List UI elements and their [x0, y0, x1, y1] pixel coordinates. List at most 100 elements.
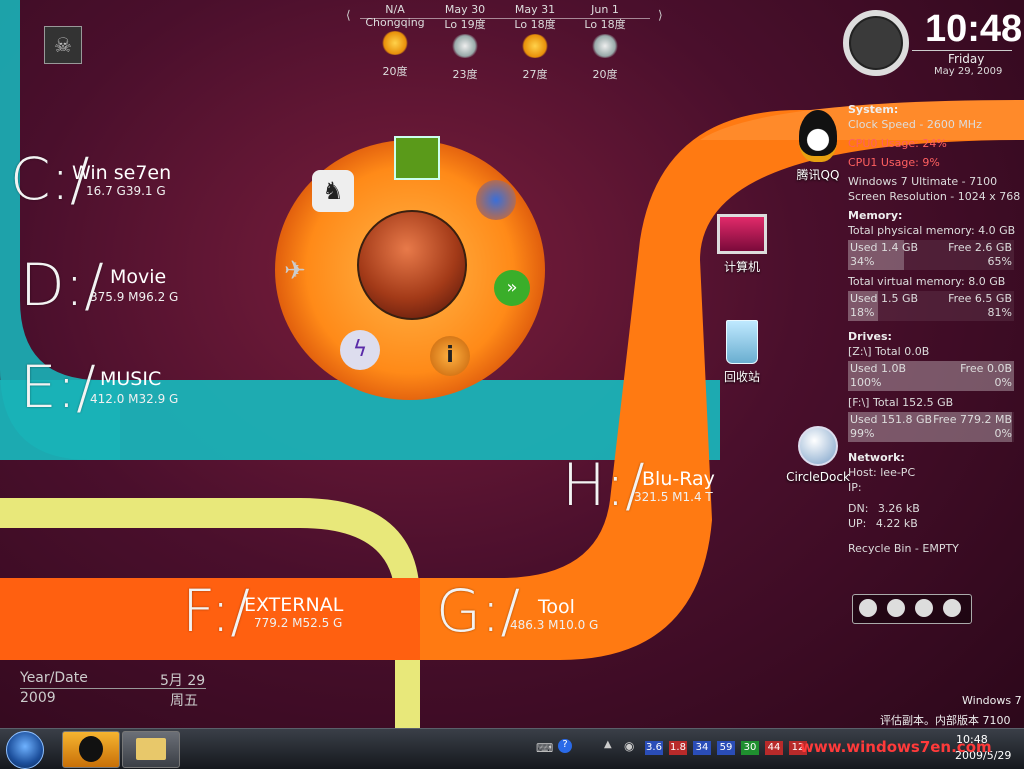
weather-prev-arrow[interactable]: ⟨: [346, 8, 351, 22]
desktop-icon-label: 回收站: [723, 370, 760, 384]
drive-f[interactable]: F:/ EXTERNAL 779.2 M52.5 G: [182, 582, 343, 640]
memory-header: Memory:: [848, 209, 903, 222]
z-drive-total: [Z:\] Total 0.0B: [848, 345, 930, 358]
physical-memory-bar: Used 1.4 GB Free 2.6 GB 34% 65%: [848, 240, 1014, 270]
upload-rate: UP: 4.22 kB: [848, 517, 918, 530]
weather-desc: Lo 18度: [584, 18, 626, 31]
control-button-1[interactable]: [859, 599, 877, 617]
weather-desc: Lo 18度: [514, 18, 556, 31]
recycle-status: Recycle Bin - EMPTY: [848, 542, 959, 555]
weather-desc: Chongqing: [365, 16, 425, 29]
keyboard-icon[interactable]: ⌨: [536, 741, 553, 755]
screen-resolution: Screen Resolution - 1024 x 768: [848, 190, 1021, 203]
control-button-2[interactable]: [887, 599, 905, 617]
watermark-site: www.windows7en.com: [800, 738, 992, 756]
sun-icon: [521, 34, 549, 58]
computer-icon: [717, 214, 767, 254]
sun-icon: [381, 31, 409, 55]
control-button-3[interactable]: [915, 599, 933, 617]
weather-day: N/A Chongqing 20度: [360, 3, 430, 79]
desktop-icon-label: 计算机: [723, 260, 760, 274]
cpu0-usage: CPU0 Usage: 24%: [848, 137, 947, 150]
virtual-total: Total virtual memory: 8.0 GB: [848, 275, 1006, 288]
desktop-icon-label: CircleDock: [786, 470, 850, 484]
bird-icon[interactable]: ✈: [284, 256, 330, 290]
weekday: 周五: [170, 693, 198, 709]
weather-temp: 27度: [522, 68, 548, 81]
clock-day: Friday: [948, 52, 985, 66]
month-day: 5月 29: [160, 673, 206, 689]
taskbar-qq-button[interactable]: [62, 731, 120, 768]
weather-date: May 31: [514, 3, 556, 16]
weather-desc: Lo 19度: [444, 18, 486, 31]
weather-date: May 30: [444, 3, 486, 16]
weather-next-arrow[interactable]: ⟩: [658, 8, 663, 22]
folder-icon: [136, 738, 166, 760]
virtual-memory-bar: Used 1.5 GB Free 6.5 GB 18% 81%: [848, 291, 1014, 321]
lightning-icon[interactable]: ϟ: [340, 330, 380, 370]
desktop-icon-qq[interactable]: 腾讯QQ: [778, 110, 858, 183]
system-monitor-panel: System: Clock Speed - 2600 MHz CPU0 Usag…: [848, 102, 1021, 556]
tray-meter[interactable]: 59: [717, 741, 735, 755]
circledock-icon: [798, 426, 838, 466]
weather-day: Jun 1 Lo 18度 20度: [570, 3, 640, 82]
network-header: Network:: [848, 451, 905, 464]
host-name: Host: lee-PC: [848, 466, 916, 479]
drive-e[interactable]: E:/ MUSIC 412.0 M32.9 G: [20, 358, 178, 416]
firefox-icon[interactable]: [476, 180, 516, 220]
drive-g[interactable]: G:/ Tool 486.3 M10.0 G: [436, 582, 598, 640]
center-orb[interactable]: [357, 210, 467, 320]
start-button[interactable]: [6, 731, 44, 769]
desktop-icon-label: 腾讯QQ: [796, 168, 840, 182]
taskbar-explorer-button[interactable]: [122, 731, 180, 768]
stuff-icon[interactable]: ♞: [312, 170, 354, 212]
info-icon[interactable]: i: [430, 336, 470, 376]
desktop-icon-computer[interactable]: 计算机: [702, 214, 782, 275]
clock-time: 10:48: [925, 8, 1023, 50]
help-icon[interactable]: ?: [558, 739, 572, 753]
tray-expand-icon[interactable]: ▲: [604, 739, 612, 750]
tray-meter[interactable]: 1.8: [669, 741, 687, 755]
recycle-bin-icon: [726, 320, 758, 364]
cpu1-usage: CPU1 Usage: 9%: [848, 156, 940, 169]
year-date-widget: Year/Date 5月 29 2009 周五: [20, 670, 210, 714]
drive-h[interactable]: H:/ Blu-Ray 321.5 M1.4 T: [562, 456, 715, 514]
download-icon[interactable]: »: [494, 270, 530, 306]
download-rate: DN: 3.26 kB: [848, 502, 920, 515]
ip-address: IP:: [848, 481, 862, 494]
tray-meter[interactable]: 30: [741, 741, 759, 755]
desktop-icon-recycle[interactable]: 回收站: [702, 320, 782, 385]
clock-speed: Clock Speed - 2600 MHz: [848, 118, 982, 131]
greenchart-icon[interactable]: [394, 136, 440, 180]
weather-date: Jun 1: [591, 3, 619, 16]
drive-d[interactable]: D:/ Movie 375.9 M96.2 G: [20, 256, 178, 314]
network-tray-icon[interactable]: ◉: [624, 739, 634, 753]
f-drive-bar: Used 151.8 GB Free 779.2 MB 99% 0%: [848, 412, 1014, 442]
desktop-icon-circledock[interactable]: CircleDock: [778, 426, 858, 484]
weather-day: May 31 Lo 18度 27度: [500, 3, 570, 82]
system-header: System:: [848, 103, 899, 116]
year: 2009: [20, 690, 56, 706]
f-drive-total: [F:\] Total 152.5 GB: [848, 396, 954, 409]
year-date-label: Year/Date: [20, 670, 88, 686]
weather-day: May 30 Lo 19度 23度: [430, 3, 500, 82]
weather-temp: 23度: [452, 68, 478, 81]
storm-icon: [451, 34, 479, 58]
control-button-4[interactable]: [943, 599, 961, 617]
weather-temp: 20度: [382, 65, 408, 78]
alien-icon[interactable]: ☠: [44, 26, 82, 64]
weather-temp: 20度: [592, 68, 618, 81]
tray-meter[interactable]: 44: [765, 741, 783, 755]
drives-header: Drives:: [848, 330, 892, 343]
tray-meter[interactable]: 3.6: [645, 741, 663, 755]
drive-c[interactable]: C:/ Win se7en 16.7 G39.1 G: [10, 150, 171, 208]
os-version: Windows 7 Ultimate - 7100: [848, 175, 998, 188]
tray-meter[interactable]: 34: [693, 741, 711, 755]
qq-penguin-icon: [79, 736, 103, 762]
qq-penguin-icon: [799, 110, 837, 162]
storm-icon: [591, 34, 619, 58]
weather-date: N/A: [385, 3, 405, 16]
clock-date: May 29, 2009: [934, 66, 1003, 77]
watermark-line2: 评估副本。内部版本 7100: [880, 714, 1011, 727]
watermark-line1: Windows 7: [962, 694, 1022, 707]
